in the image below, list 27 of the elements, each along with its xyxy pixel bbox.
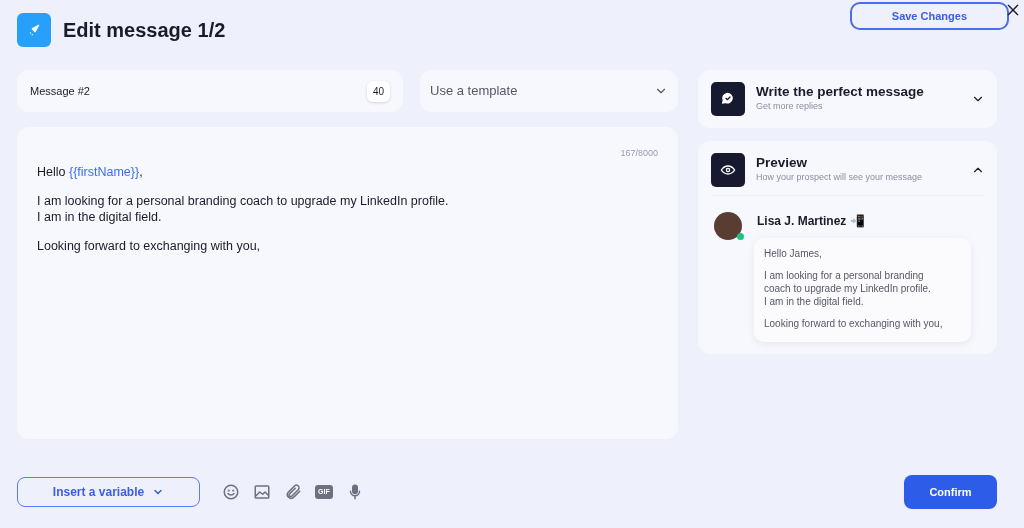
panel-subtitle: How your prospect will see your message	[756, 170, 924, 184]
message-name-field[interactable]: Message #2 40	[17, 70, 403, 112]
paperclip-icon[interactable]	[284, 483, 302, 501]
smiley-icon[interactable]	[222, 483, 240, 501]
message-paragraph: Looking forward to exchanging with you,	[37, 239, 262, 255]
paper-plane-icon	[27, 23, 41, 37]
panel-subtitle: Get more replies	[756, 99, 824, 113]
message-paragraph: I am looking for a personal branding coach to upgrade my LinkedIn profile. I am in the digital field.	[37, 194, 450, 226]
confirm-button[interactable]: Confirm	[904, 475, 997, 509]
panel-title: Write the perfect message	[756, 84, 925, 100]
sender-name: Lisa J. Martinez 📲	[757, 213, 865, 230]
chat-check-icon	[711, 82, 745, 116]
message-paragraph: Hello {{firstName}},	[37, 164, 144, 181]
template-dropdown[interactable]: Use a template	[420, 70, 678, 112]
preview-paragraph: Hello James,	[764, 247, 823, 260]
image-icon[interactable]	[253, 483, 271, 501]
eye-icon	[711, 153, 745, 187]
close-icon[interactable]	[1005, 2, 1021, 18]
page-title: Edit message 1/2	[63, 18, 226, 42]
preview-paragraph: I am looking for a personal branding coach to upgrade my LinkedIn profile. I am in the digital field.	[764, 269, 932, 308]
preview-paragraph: Looking forward to exchanging with you,	[764, 317, 944, 330]
panel-title: Preview	[756, 155, 809, 171]
character-counter: 167/8000	[619, 147, 658, 160]
save-changes-button[interactable]: Save Changes	[849, 2, 1009, 30]
character-count: 40	[366, 80, 390, 102]
insert-variable-button[interactable]: Insert a variable	[17, 477, 200, 507]
message-editor[interactable]: 167/8000 Hello {{firstName}}, I am looking for a personal branding coach to upgrade my LinkedIn profile. I am in the digital field. Looking forward to exchanging with you,	[17, 127, 678, 439]
